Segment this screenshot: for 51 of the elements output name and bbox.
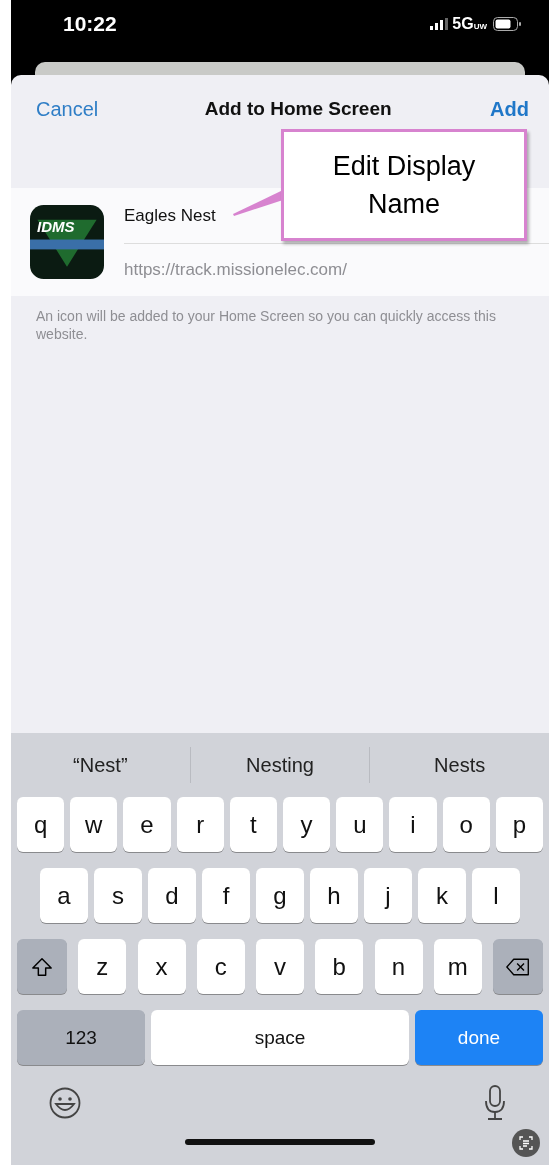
- key[interactable]: c: [196, 939, 245, 994]
- cancel-button[interactable]: Cancel: [36, 97, 99, 121]
- key[interactable]: o: [442, 797, 490, 852]
- emoji-icon[interactable]: [49, 1087, 81, 1119]
- app-icon-label: IDMS: [37, 218, 75, 235]
- key[interactable]: x: [137, 939, 186, 994]
- suggestion[interactable]: Nests: [370, 741, 549, 789]
- battery-icon: [493, 17, 521, 31]
- done-key[interactable]: done: [415, 1010, 543, 1065]
- key[interactable]: p: [495, 797, 543, 852]
- shift-icon: [30, 955, 54, 978]
- network-label: 5GUW: [452, 15, 487, 33]
- key[interactable]: m: [433, 939, 482, 994]
- delete-key[interactable]: [493, 939, 543, 994]
- space-key[interactable]: space: [151, 1010, 409, 1065]
- key[interactable]: k: [418, 868, 466, 923]
- microphone-icon[interactable]: [483, 1085, 507, 1121]
- callout-box: Edit Display Name: [281, 129, 527, 241]
- suggestion[interactable]: Nesting: [190, 741, 370, 789]
- suggestion[interactable]: “Nest”: [11, 741, 190, 789]
- key[interactable]: h: [310, 868, 358, 923]
- url-text: https://track.missionelec.com/: [124, 258, 348, 281]
- key[interactable]: r: [176, 797, 224, 852]
- key[interactable]: z: [78, 939, 127, 994]
- info-text: An icon will be added to your Home Screen so you can quickly access this website.: [36, 307, 497, 343]
- key[interactable]: j: [364, 868, 412, 923]
- numbers-key[interactable]: 123: [17, 1010, 145, 1065]
- key[interactable]: e: [123, 797, 171, 852]
- shift-key[interactable]: [17, 939, 67, 994]
- key[interactable]: b: [315, 939, 364, 994]
- key[interactable]: l: [472, 868, 520, 923]
- key[interactable]: y: [283, 797, 331, 852]
- key[interactable]: d: [148, 868, 196, 923]
- key[interactable]: i: [389, 797, 437, 852]
- leader-line: [233, 190, 283, 216]
- key[interactable]: s: [94, 868, 142, 923]
- signal-icon: [430, 18, 449, 30]
- app-icon: [30, 205, 104, 279]
- key[interactable]: a: [40, 868, 88, 923]
- key[interactable]: g: [256, 868, 304, 923]
- add-button[interactable]: Add: [490, 97, 529, 121]
- text-scan-icon[interactable]: [512, 1129, 540, 1157]
- key[interactable]: q: [17, 797, 65, 852]
- status-time: 10:22: [63, 12, 117, 36]
- sheet-title: Add to Home Screen: [204, 98, 392, 120]
- key[interactable]: v: [256, 939, 304, 994]
- key[interactable]: w: [70, 797, 118, 852]
- key[interactable]: u: [336, 797, 384, 852]
- key[interactable]: n: [374, 939, 423, 994]
- key[interactable]: t: [229, 797, 277, 852]
- key[interactable]: f: [202, 868, 250, 923]
